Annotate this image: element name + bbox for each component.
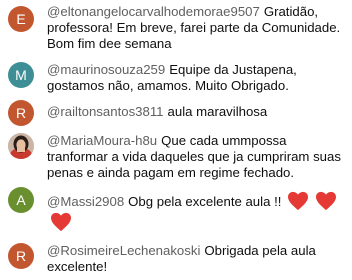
comment-body: @eltonangelocarvalhodemorae9507 Gratidão,… (47, 4, 344, 52)
comment-author-handle[interactable]: @MariaMoura-h8u (47, 133, 157, 148)
red-heart-emoji-icon (50, 212, 72, 237)
avatar[interactable]: M (8, 62, 34, 88)
comment-body: @MariaMoura-h8u Que cada ummpossa tranfor… (47, 133, 344, 181)
comment-text: aula maravilhosa (167, 104, 268, 119)
user-photo-icon-graphic (8, 133, 34, 159)
avatar[interactable]: E (8, 6, 34, 32)
avatar[interactable]: A (8, 187, 34, 213)
comment-author-handle[interactable]: @eltonangelocarvalhodemorae9507 (47, 4, 260, 19)
avatar[interactable]: R (8, 100, 34, 126)
comment-author-handle[interactable]: @RosimeireLechenakoski (47, 243, 200, 258)
avatar[interactable]: R (8, 243, 34, 269)
comment-text: Obg pela excelente aula !! (128, 194, 282, 209)
red-heart-emoji-icon (315, 191, 337, 215)
comment-body: @Massi2908 Obg pela excelente aula !! (47, 191, 344, 215)
user-photo-icon[interactable] (8, 133, 34, 159)
comment-author-handle[interactable]: @railtonsantos3811 (47, 104, 164, 119)
comment-author-handle[interactable]: @Massi2908 (47, 194, 124, 209)
comment-author-handle[interactable]: @maurinosouza259 (47, 62, 165, 77)
comment-body: @RosimeireLechenakoski Obrigada pela aula… (47, 243, 344, 275)
red-heart-emoji-icon (287, 191, 309, 215)
comment-body: @maurinosouza259 Equipe da Justapena, gos… (47, 62, 344, 94)
comment-list: E @eltonangelocarvalhodemorae9507 Gratidã… (0, 0, 352, 280)
comment-body: @railtonsantos3811 aula maravilhosa (47, 104, 344, 120)
